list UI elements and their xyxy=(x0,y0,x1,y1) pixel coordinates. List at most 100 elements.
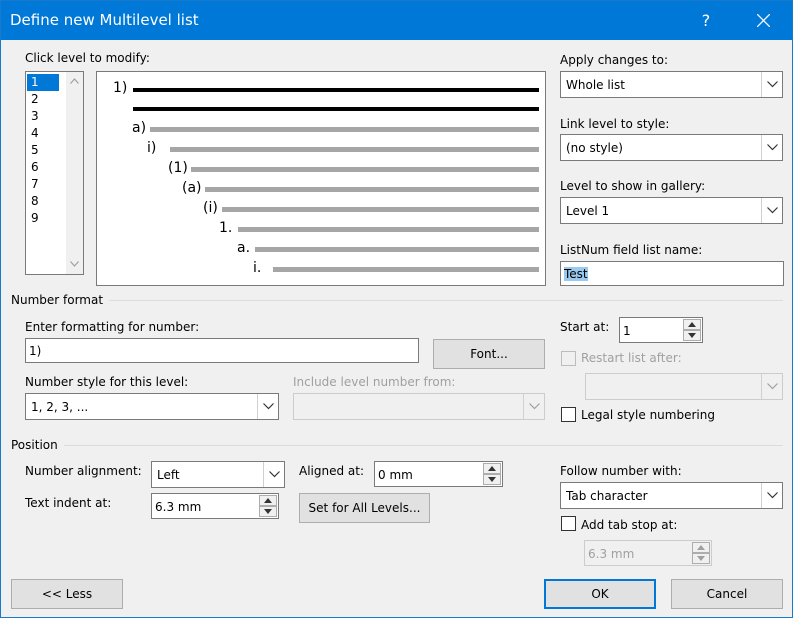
preview-number: i) xyxy=(147,140,157,156)
level-item[interactable]: 9 xyxy=(27,210,59,227)
level-item[interactable]: 8 xyxy=(27,193,59,210)
spin-down-icon[interactable] xyxy=(259,506,277,517)
spin-down-icon[interactable] xyxy=(692,553,710,564)
chevron-down-icon[interactable] xyxy=(761,483,782,508)
level-item[interactable]: 5 xyxy=(27,142,59,159)
preview-line xyxy=(205,187,539,192)
tab-stop-spinner[interactable]: 6.3 mm xyxy=(584,540,712,566)
level-item[interactable]: 6 xyxy=(27,159,59,176)
preview-line xyxy=(133,88,539,92)
aligned-at-spinner[interactable]: 0 mm xyxy=(374,461,503,487)
scroll-up-icon[interactable] xyxy=(70,78,79,84)
apply-changes-value: Whole list xyxy=(566,78,625,92)
restart-list-select[interactable] xyxy=(585,373,783,400)
text-indent-value: 6.3 mm xyxy=(155,500,202,514)
text-indent-label: Text indent at: xyxy=(25,496,112,510)
preview-line xyxy=(238,227,539,232)
chevron-down-icon[interactable] xyxy=(257,394,278,419)
preview-line xyxy=(255,247,539,252)
level-item[interactable]: 7 xyxy=(27,176,59,193)
link-level-select[interactable]: (no style) xyxy=(560,134,783,161)
link-level-value: (no style) xyxy=(566,141,623,155)
level-listbox[interactable]: 1 2 3 4 5 6 7 8 9 xyxy=(25,71,84,275)
link-level-label: Link level to style: xyxy=(560,117,670,131)
listnum-value: Test xyxy=(564,267,588,281)
preview-line xyxy=(273,267,539,272)
follow-number-select[interactable]: Tab character xyxy=(560,482,783,509)
number-format-heading: Number format xyxy=(11,293,104,307)
dialog-window: Define new Multilevel list ? Click level… xyxy=(0,0,793,618)
apply-changes-select[interactable]: Whole list xyxy=(560,71,783,98)
start-at-value: 1 xyxy=(623,324,631,338)
dialog-title: Define new Multilevel list xyxy=(10,11,199,29)
aligned-at-label: Aligned at: xyxy=(299,464,365,478)
legal-style-label: Legal style numbering xyxy=(581,408,715,422)
text-indent-spinner[interactable]: 6.3 mm xyxy=(151,493,279,519)
chevron-down-icon[interactable] xyxy=(761,374,782,399)
position-heading: Position xyxy=(11,438,58,452)
gallery-level-value: Level 1 xyxy=(566,204,610,218)
chevron-down-icon[interactable] xyxy=(761,135,782,160)
chevron-down-icon[interactable] xyxy=(761,72,782,97)
number-style-label: Number style for this level: xyxy=(25,375,189,389)
tab-stop-value: 6.3 mm xyxy=(588,547,635,561)
help-button[interactable]: ? xyxy=(677,1,735,40)
number-format-input[interactable]: 1) xyxy=(25,338,419,363)
follow-number-value: Tab character xyxy=(566,489,648,503)
preview-number: a. xyxy=(237,240,251,256)
chevron-down-icon[interactable] xyxy=(263,462,284,487)
start-at-label: Start at: xyxy=(560,320,610,334)
level-item[interactable]: 3 xyxy=(27,108,59,125)
number-alignment-select[interactable]: Left xyxy=(151,461,285,488)
restart-list-label: Restart list after: xyxy=(581,351,682,365)
number-alignment-value: Left xyxy=(157,468,180,482)
less-button[interactable]: << Less xyxy=(11,579,123,609)
section-divider xyxy=(109,300,783,301)
aligned-at-value: 0 mm xyxy=(378,468,413,482)
gallery-level-label: Level to show in gallery: xyxy=(560,179,706,193)
number-alignment-label: Number alignment: xyxy=(25,464,142,478)
number-style-value: 1, 2, 3, ... xyxy=(31,400,89,414)
apply-changes-label: Apply changes to: xyxy=(560,53,669,67)
listnum-input[interactable]: Test xyxy=(560,261,784,286)
preview-number: i. xyxy=(253,260,262,276)
add-tab-stop-checkbox[interactable] xyxy=(561,516,576,531)
preview-number: (i) xyxy=(203,200,218,216)
spin-up-icon[interactable] xyxy=(692,542,710,553)
level-item[interactable]: 4 xyxy=(27,125,59,142)
close-button[interactable] xyxy=(736,1,792,40)
level-item[interactable]: 1 xyxy=(27,74,59,91)
level-item[interactable]: 2 xyxy=(27,91,59,108)
legal-style-checkbox[interactable] xyxy=(561,407,576,422)
include-level-label: Include level number from: xyxy=(293,375,456,389)
levels-label: Click level to modify: xyxy=(25,51,150,65)
list-preview: 1) a) i) (1) (a) (i) 1. a. i. xyxy=(96,71,546,286)
level-scrollbar[interactable] xyxy=(66,72,83,274)
spin-down-icon[interactable] xyxy=(483,474,501,485)
font-button[interactable]: Font... xyxy=(433,339,545,369)
preview-line xyxy=(170,147,539,152)
set-all-levels-button[interactable]: Set for All Levels... xyxy=(299,493,430,523)
spin-up-icon[interactable] xyxy=(259,495,277,506)
close-icon xyxy=(757,14,770,27)
number-format-value: 1) xyxy=(29,344,42,358)
number-style-select[interactable]: 1, 2, 3, ... xyxy=(25,393,279,420)
chevron-down-icon[interactable] xyxy=(761,198,782,223)
spin-up-icon[interactable] xyxy=(483,463,501,474)
ok-button[interactable]: OK xyxy=(544,579,656,609)
listnum-label: ListNum field list name: xyxy=(560,243,703,257)
enter-format-label: Enter formatting for number: xyxy=(25,320,200,334)
spin-up-icon[interactable] xyxy=(683,319,701,330)
include-level-select[interactable] xyxy=(293,393,545,420)
preview-line xyxy=(191,167,539,172)
preview-number: a) xyxy=(132,120,147,136)
scroll-down-icon[interactable] xyxy=(70,261,79,267)
preview-line xyxy=(150,127,539,132)
gallery-level-select[interactable]: Level 1 xyxy=(560,197,783,224)
chevron-down-icon[interactable] xyxy=(523,394,544,419)
cancel-button[interactable]: Cancel xyxy=(671,579,783,609)
spin-down-icon[interactable] xyxy=(683,330,701,341)
title-bar: Define new Multilevel list ? xyxy=(1,1,792,40)
restart-list-checkbox[interactable] xyxy=(561,351,576,366)
start-at-spinner[interactable]: 1 xyxy=(619,317,703,343)
